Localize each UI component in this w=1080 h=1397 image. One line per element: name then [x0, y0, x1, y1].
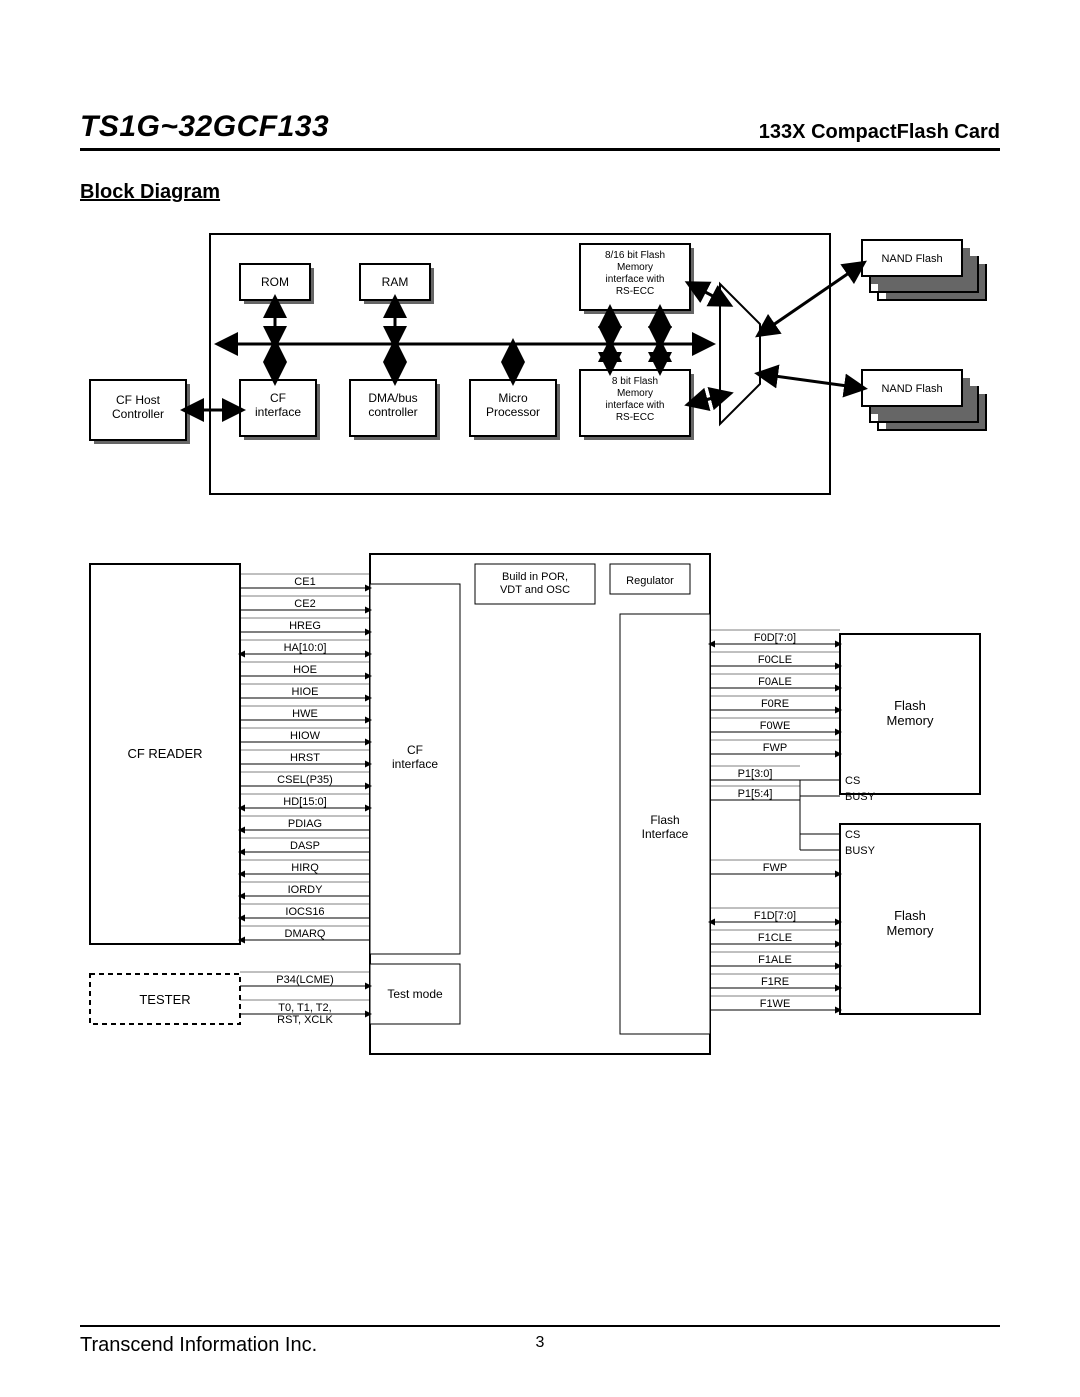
section-title: Block Diagram [80, 181, 1000, 204]
svg-text:BUSY: BUSY [845, 791, 876, 803]
svg-text:HWE: HWE [292, 708, 318, 720]
svg-text:HIOW: HIOW [290, 730, 321, 742]
page-footer: Transcend Information Inc. 3 [80, 1334, 1000, 1357]
svg-text:F0ALE: F0ALE [758, 676, 792, 688]
svg-text:F1RE: F1RE [761, 976, 789, 988]
svg-text:CE1: CE1 [294, 576, 315, 588]
nand-flash-stack-2: NAND Flash [862, 370, 986, 430]
svg-text:RAM: RAM [382, 275, 409, 289]
svg-text:NAND Flash: NAND Flash [881, 253, 942, 265]
svg-text:CF HostController: CF HostController [112, 393, 164, 421]
cf-reader-signals: CE1 CE2 HREG HA[10:0] HOE HIOE HWE HIOW HRST CSEL… [240, 574, 370, 940]
block-diagram-2: CF READER TESTER CFinterface Test mode B… [80, 544, 1000, 1064]
svg-text:IOCS16: IOCS16 [285, 906, 324, 918]
svg-text:F0WE: F0WE [760, 720, 791, 732]
svg-text:BUSY: BUSY [845, 845, 876, 857]
svg-text:IORDY: IORDY [288, 884, 324, 896]
svg-text:CS: CS [845, 775, 860, 787]
svg-text:P34(LCME): P34(LCME) [276, 974, 333, 986]
mux-block [720, 284, 760, 424]
svg-text:Regulator: Regulator [626, 575, 674, 587]
product-name: 133X CompactFlash Card [759, 121, 1000, 144]
svg-text:P1[3:0]: P1[3:0] [738, 768, 773, 780]
svg-text:HOE: HOE [293, 664, 317, 676]
svg-text:HA[10:0]: HA[10:0] [284, 642, 327, 654]
footer-rule [80, 1325, 1000, 1327]
svg-text:HIRQ: HIRQ [291, 862, 319, 874]
svg-text:FWP: FWP [763, 742, 787, 754]
dma-controller-block: DMA/buscontroller [350, 380, 440, 440]
svg-text:Build in POR,VDT and OSC: Build in POR,VDT and OSC [500, 571, 570, 596]
svg-text:CE2: CE2 [294, 598, 315, 610]
svg-text:Test mode: Test mode [387, 987, 443, 1001]
svg-text:DASP: DASP [290, 840, 320, 852]
svg-text:F0RE: F0RE [761, 698, 789, 710]
svg-text:F1ALE: F1ALE [758, 954, 792, 966]
svg-text:HREG: HREG [289, 620, 321, 632]
svg-text:NAND Flash: NAND Flash [881, 383, 942, 395]
flash-interface-8bit-block: 8 bit FlashMemoryinterface withRS-ECC [580, 370, 694, 440]
cf-host-controller-block: CF HostController [90, 380, 190, 444]
svg-text:CS: CS [845, 829, 860, 841]
nand-flash-stack-1: NAND Flash [862, 240, 986, 300]
page-header: TS1G~32GCF133 133X CompactFlash Card [80, 110, 1000, 151]
company-name: Transcend Information Inc. [80, 1334, 317, 1357]
svg-text:F1WE: F1WE [760, 998, 791, 1010]
svg-text:F0CLE: F0CLE [758, 654, 792, 666]
svg-text:CF READER: CF READER [127, 746, 202, 761]
cf-interface-block: CFinterface [240, 380, 320, 440]
tester-signals: P34(LCME) T0, T1, T2,RST, XCLK [240, 972, 370, 1026]
svg-text:PDIAG: PDIAG [288, 818, 322, 830]
svg-text:ROM: ROM [261, 275, 289, 289]
ram-block: RAM [360, 264, 434, 304]
svg-text:TESTER: TESTER [139, 992, 190, 1007]
microprocessor-block: MicroProcessor [470, 380, 560, 440]
flash0-signals: F0D[7:0] F0CLE F0ALE F0RE F0WE FWP [710, 630, 840, 754]
model-number: TS1G~32GCF133 [80, 110, 329, 144]
svg-text:T0, T1, T2,RST, XCLK: T0, T1, T2,RST, XCLK [277, 1002, 333, 1026]
svg-text:P1[5:4]: P1[5:4] [738, 788, 773, 800]
flash1-signals: F1D[7:0] F1CLE F1ALE F1RE F1WE [710, 908, 840, 1010]
rom-block: ROM [240, 264, 314, 304]
fwp-signal: FWP [710, 860, 840, 874]
flash-interface-16bit-block: 8/16 bit FlashMemoryinterface withRS-ECC [580, 244, 694, 314]
svg-text:HRST: HRST [290, 752, 320, 764]
svg-text:F0D[7:0]: F0D[7:0] [754, 632, 796, 644]
svg-text:F1CLE: F1CLE [758, 932, 792, 944]
svg-text:CSEL(P35): CSEL(P35) [277, 774, 333, 786]
page-number: 3 [536, 1334, 545, 1352]
svg-text:DMA/buscontroller: DMA/buscontroller [368, 391, 417, 419]
svg-text:FWP: FWP [763, 862, 787, 874]
svg-text:HD[15:0]: HD[15:0] [283, 796, 326, 808]
p1-signals: P1[3:0] P1[5:4] [710, 766, 800, 800]
block-diagram-1: CF HostController ROM RAM 8/16 bit Flash… [80, 224, 1000, 504]
svg-text:HIOE: HIOE [292, 686, 319, 698]
svg-text:F1D[7:0]: F1D[7:0] [754, 910, 796, 922]
svg-text:DMARQ: DMARQ [285, 928, 326, 940]
